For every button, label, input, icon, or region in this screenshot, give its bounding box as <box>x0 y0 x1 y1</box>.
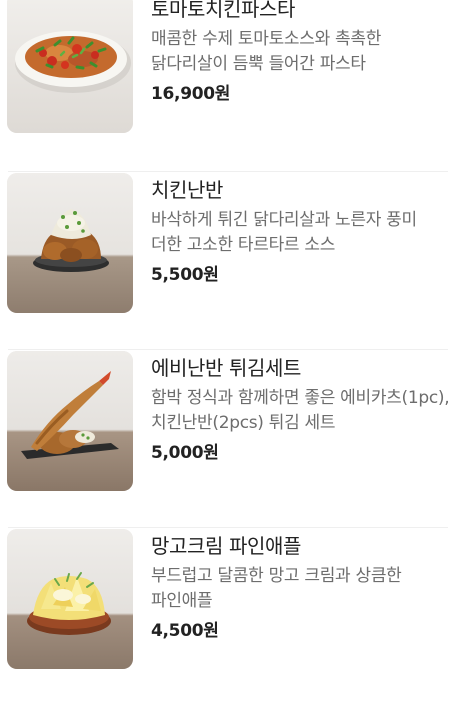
menu-item-info: 치킨난반 바삭하게 튀긴 닭다리살과 노른자 풍미 더한 고소한 타르타르 소스… <box>151 176 451 287</box>
menu-item[interactable]: 토마토치킨파스타 매콤한 수제 토마토소스와 촉촉한 닭다리살이 듬뿍 들어간 … <box>0 0 460 171</box>
mango-cream-pineapple-photo <box>7 529 133 669</box>
menu-item[interactable]: 망고크림 파인애플 부드럽고 달콤한 망고 크림과 상큼한 파인애플 4,500… <box>0 527 460 705</box>
menu-item-price: 4,500원 <box>151 621 219 641</box>
chicken-nanban-photo <box>7 173 133 313</box>
menu-item-price: 5,500원 <box>151 265 219 285</box>
menu-item-description: 함박 정식과 함께하면 좋은 에비카츠(1pc), 치킨난반(2pcs) 튀김 … <box>151 388 450 433</box>
menu-item-description: 매콤한 수제 토마토소스와 촉촉한 닭다리살이 듬뿍 들어간 파스타 <box>151 29 382 74</box>
tomato-chicken-pasta-photo <box>7 0 133 133</box>
menu-item[interactable]: 치킨난반 바삭하게 튀긴 닭다리살과 노른자 풍미 더한 고소한 타르타르 소스… <box>0 171 460 349</box>
menu-item-info: 토마토치킨파스타 매콤한 수제 토마토소스와 촉촉한 닭다리살이 듬뿍 들어간 … <box>151 0 451 106</box>
menu-item-name: 망고크림 파인애플 <box>151 534 301 558</box>
menu-item-description: 부드럽고 달콤한 망고 크림과 상큼한 파인애플 <box>151 566 402 611</box>
menu-item-info: 에비난반 튀김세트 함박 정식과 함께하면 좋은 에비카츠(1pc), 치킨난반… <box>151 354 451 465</box>
menu-item-name: 에비난반 튀김세트 <box>151 356 301 380</box>
menu-list: 토마토치킨파스타 매콤한 수제 토마토소스와 촉촉한 닭다리살이 듬뿍 들어간 … <box>0 0 460 705</box>
menu-item[interactable]: 에비난반 튀김세트 함박 정식과 함께하면 좋은 에비카츠(1pc), 치킨난반… <box>0 349 460 527</box>
menu-item-info: 망고크림 파인애플 부드럽고 달콤한 망고 크림과 상큼한 파인애플 4,500… <box>151 532 451 643</box>
menu-item-price: 16,900원 <box>151 84 231 104</box>
menu-item-description: 바삭하게 튀긴 닭다리살과 노른자 풍미 더한 고소한 타르타르 소스 <box>151 210 417 255</box>
menu-item-name: 토마토치킨파스타 <box>151 0 295 21</box>
menu-item-price: 5,000원 <box>151 443 219 463</box>
menu-item-name: 치킨난반 <box>151 178 223 202</box>
ebi-nanban-fry-set-photo <box>7 351 133 491</box>
